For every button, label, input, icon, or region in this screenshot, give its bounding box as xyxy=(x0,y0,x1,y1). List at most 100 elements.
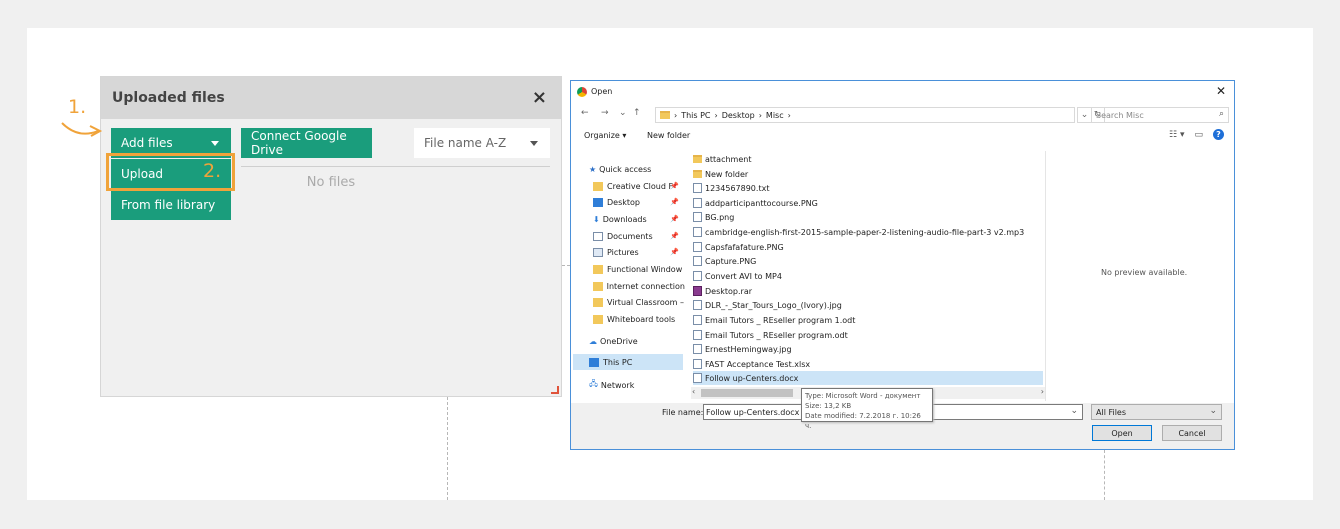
nav-item-virtual-classroom[interactable]: Virtual Classroom – xyxy=(593,294,685,310)
list-item[interactable]: cambridge-english-first-2015-sample-pape… xyxy=(693,225,1043,239)
sort-select[interactable]: File name A-Z xyxy=(414,128,550,158)
chevron-down-icon[interactable]: ⌄ xyxy=(1209,406,1217,416)
preview-pane-icon[interactable]: ▭ xyxy=(1194,130,1203,140)
list-item[interactable]: Desktop.rar xyxy=(693,284,1043,298)
list-item[interactable]: DLR_-_Star_Tours_Logo_(Ivory).jpg xyxy=(693,298,1043,312)
close-icon[interactable]: × xyxy=(532,87,547,108)
list-item[interactable]: Email Tutors _ REseller program.odt xyxy=(693,328,1043,342)
arrow-icon xyxy=(61,122,103,137)
nav-item-quick-access[interactable]: ★ Quick access xyxy=(589,161,703,177)
list-item[interactable]: Capsfafafature.PNG xyxy=(693,240,1043,254)
forward-arrow-icon[interactable]: → xyxy=(601,108,609,118)
list-item[interactable]: Capture.PNG xyxy=(693,254,1043,268)
nav-item-whiteboard-tools[interactable]: Whiteboard tools xyxy=(593,311,685,327)
search-icon: ⌕ xyxy=(1218,109,1224,119)
image-file-icon xyxy=(693,212,702,222)
dialog-toolbar: Organize ▾ New folder ☷ ▾ ▭ ? xyxy=(571,127,1234,147)
caret-down-icon xyxy=(211,141,219,146)
chevron-down-icon[interactable]: ⌄ xyxy=(1070,406,1078,416)
help-icon[interactable]: ? xyxy=(1213,129,1224,140)
list-item[interactable]: FAST Acceptance Test.xlsx xyxy=(693,357,1043,371)
scroll-right-icon[interactable]: › xyxy=(1041,387,1044,396)
list-item[interactable]: ErnestHemingway.jpg xyxy=(693,342,1043,356)
connect-google-drive-button[interactable]: Connect Google Drive xyxy=(241,128,372,158)
file-list: attachment New folder 1234567890.txt add… xyxy=(691,151,1046,401)
address-bar[interactable]: › This PC › Desktop › Misc › xyxy=(655,107,1075,123)
tooltip-modified: Date modified: 7.2.2018 г. 10:26 ч. xyxy=(805,412,921,430)
breadcrumb-item[interactable]: Misc xyxy=(766,111,784,120)
nav-item-desktop[interactable]: Desktop 📌 xyxy=(593,194,685,210)
nav-item-functional-window[interactable]: Functional Window xyxy=(593,261,685,277)
nav-item-onedrive[interactable]: ☁ OneDrive xyxy=(589,333,685,349)
chevron-down-icon[interactable]: ⌄ xyxy=(1081,110,1089,120)
filename-value: Follow up-Centers.docx xyxy=(706,407,800,417)
text-file-icon xyxy=(693,183,702,193)
archive-file-icon xyxy=(693,286,702,296)
organize-button[interactable]: Organize ▾ xyxy=(584,131,626,140)
back-arrow-icon[interactable]: ← xyxy=(581,108,589,118)
folder-icon xyxy=(593,281,603,291)
uploaded-files-panel: Uploaded files × Add files Connect Googl… xyxy=(100,76,562,397)
breadcrumb-item[interactable]: Desktop xyxy=(722,111,755,120)
nav-item-network[interactable]: 🖧 Network xyxy=(589,377,685,393)
image-file-icon xyxy=(693,344,702,354)
breadcrumb-item[interactable]: This PC xyxy=(681,111,710,120)
step-one-label: 1. xyxy=(68,96,87,118)
list-item[interactable]: addparticipanttocourse.PNG xyxy=(693,196,1043,210)
scrollbar-thumb[interactable] xyxy=(701,389,793,397)
folder-icon xyxy=(593,181,603,191)
documents-icon xyxy=(593,231,603,241)
image-file-icon xyxy=(693,242,702,252)
view-options-icon[interactable]: ☷ ▾ xyxy=(1169,130,1184,140)
panel-header: Uploaded files × xyxy=(101,77,561,119)
search-input[interactable]: Search Misc ⌕ xyxy=(1091,107,1229,123)
file-tooltip: Type: Microsoft Word - документ Size: 13… xyxy=(801,388,933,430)
cancel-button[interactable]: Cancel xyxy=(1162,425,1222,441)
search-placeholder: Search Misc xyxy=(1096,110,1144,120)
nav-item-internet-connection[interactable]: Internet connection xyxy=(593,278,685,294)
filetype-select[interactable]: All Files ⌄ xyxy=(1091,404,1222,420)
chevron-down-icon[interactable]: ⌄ xyxy=(619,108,627,118)
panel-title: Uploaded files xyxy=(112,90,225,106)
star-icon: ★ xyxy=(589,164,597,174)
caret-down-icon xyxy=(530,141,538,146)
desktop-icon xyxy=(593,197,603,207)
pictures-icon xyxy=(593,247,603,257)
image-file-icon xyxy=(693,198,702,208)
chrome-icon xyxy=(577,87,587,97)
list-item[interactable]: 1234567890.txt xyxy=(693,181,1043,195)
open-button[interactable]: Open xyxy=(1092,425,1152,441)
close-icon[interactable]: ✕ xyxy=(1216,84,1226,98)
dashed-guide xyxy=(1104,450,1105,500)
document-file-icon xyxy=(693,373,702,383)
nav-item-pictures[interactable]: Pictures 📌 xyxy=(593,244,685,260)
shortcut-icon xyxy=(693,271,702,281)
nav-item-downloads[interactable]: ⬇ Downloads 📌 xyxy=(593,211,685,227)
pin-icon: 📌 xyxy=(670,232,679,240)
up-arrow-icon[interactable]: ↑ xyxy=(633,108,641,118)
tooltip-type: Type: Microsoft Word - документ xyxy=(805,392,921,400)
list-item[interactable]: Convert AVI to MP4 xyxy=(693,269,1043,283)
nav-item-creative-cloud[interactable]: Creative Cloud F 📌 xyxy=(593,178,685,194)
image-file-icon xyxy=(693,256,702,266)
list-item-selected[interactable]: Follow up-Centers.docx xyxy=(693,371,1043,385)
step-two-label: 2. xyxy=(203,160,222,182)
file-library-menu-item[interactable]: From file library xyxy=(111,190,231,220)
document-file-icon xyxy=(693,315,702,325)
filename-label: File name: xyxy=(662,408,704,417)
download-icon: ⬇ xyxy=(593,214,600,224)
list-item[interactable]: Email Tutors _ REseller program 1.odt xyxy=(693,313,1043,327)
sort-value: File name A-Z xyxy=(424,136,507,150)
nav-item-this-pc[interactable]: This PC xyxy=(573,354,683,370)
pin-icon: 📌 xyxy=(670,182,679,190)
list-item[interactable]: BG.png xyxy=(693,210,1043,224)
resize-grip-icon[interactable] xyxy=(551,386,559,394)
navigation-pane: ★ Quick access Creative Cloud F 📌 Deskto… xyxy=(571,151,685,401)
preview-pane-text: No preview available. xyxy=(1101,268,1188,277)
new-folder-button[interactable]: New folder xyxy=(647,131,690,140)
list-item[interactable]: New folder xyxy=(693,167,1043,181)
folder-icon xyxy=(593,314,603,324)
list-item[interactable]: attachment xyxy=(693,152,1043,166)
nav-item-documents[interactable]: Documents 📌 xyxy=(593,228,685,244)
scroll-left-icon[interactable]: ‹ xyxy=(692,387,695,396)
